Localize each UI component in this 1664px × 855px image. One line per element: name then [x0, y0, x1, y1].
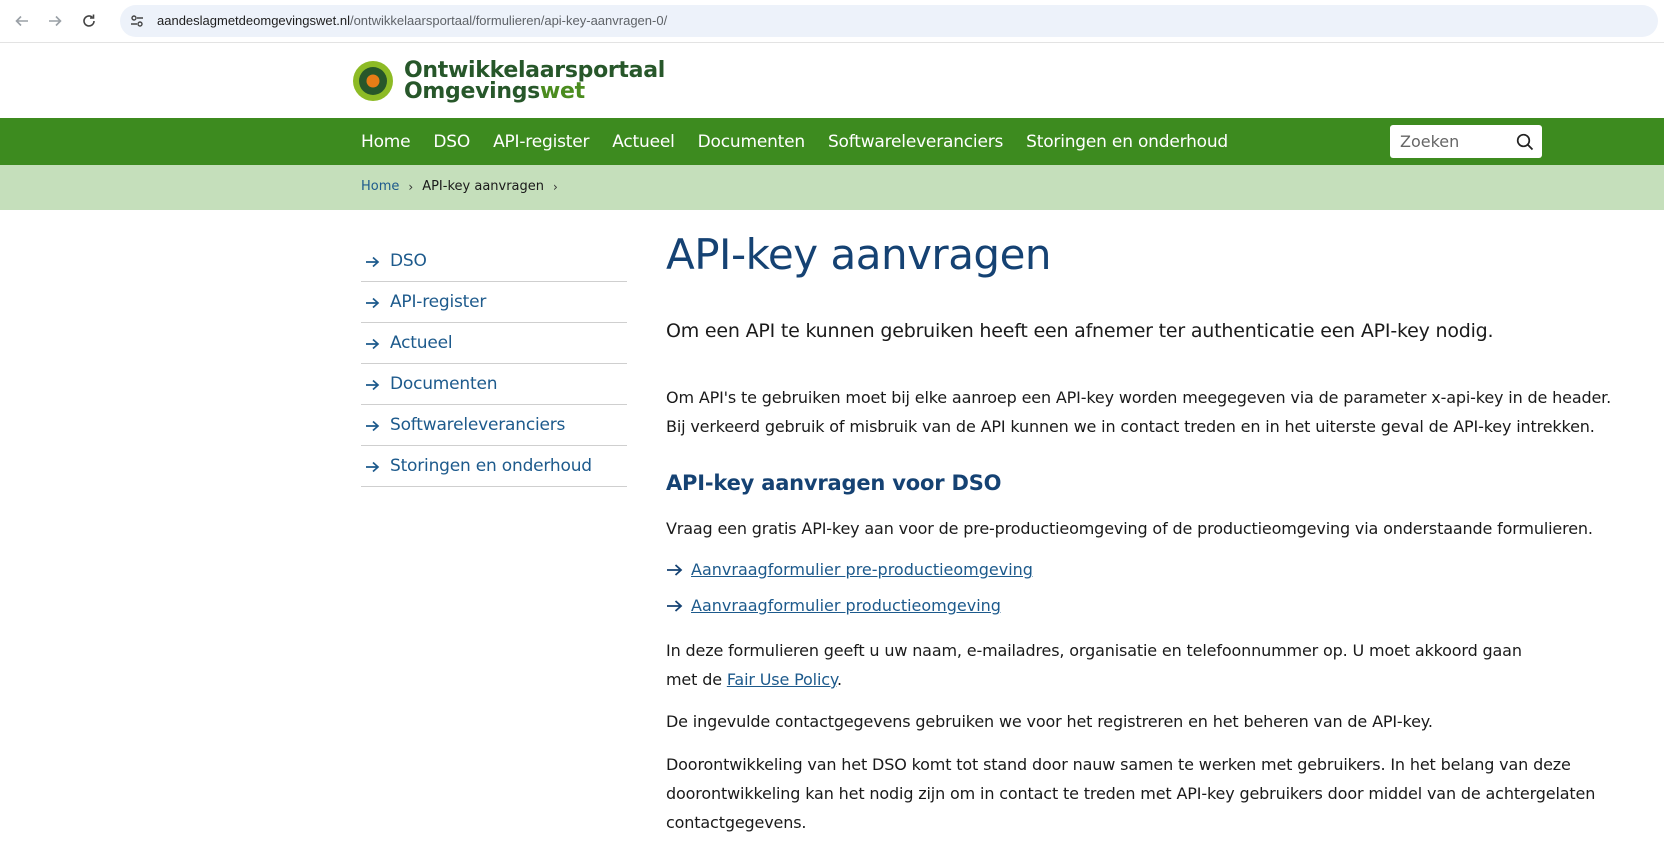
arrow-right-icon	[365, 295, 390, 309]
address-bar[interactable]: aandeslagmetdeomgevingswet.nl/ontwikkela…	[120, 5, 1658, 37]
production-form-link[interactable]: Aanvraagformulier productieomgeving	[691, 596, 1001, 615]
sidebar-item-label: API-register	[390, 292, 487, 312]
forms-paragraph: In deze formulieren geeft u uw naam, e-m…	[666, 636, 1522, 694]
site-logo[interactable]: Ontwikkelaarsportaal Omgevingswet	[352, 58, 665, 104]
section-intro: Vraag een gratis API-key aan voor de pre…	[666, 519, 1593, 538]
search-box	[1390, 125, 1542, 158]
nav-item-documenten[interactable]: Documenten	[698, 132, 806, 152]
nav-item-home[interactable]: Home	[361, 132, 411, 152]
forward-button[interactable]	[43, 9, 67, 33]
breadcrumb-current: API-key aanvragen	[422, 179, 545, 194]
logo-line2: Omgevingswet	[404, 79, 665, 104]
site-info-icon[interactable]	[129, 13, 145, 29]
nav-item-actueel[interactable]: Actueel	[612, 132, 675, 152]
main-content: API-key aanvragen Om een API te kunnen g…	[666, 225, 1611, 832]
logo-line1: Ontwikkelaarsportaal	[404, 58, 665, 83]
page-title: API-key aanvragen	[666, 230, 1052, 279]
breadcrumb-home[interactable]: Home	[361, 179, 399, 194]
chevron-right-icon: ›	[408, 179, 414, 194]
arrow-right-icon	[666, 598, 691, 614]
logo-text: Ontwikkelaarsportaal Omgevingswet	[404, 58, 665, 104]
intro-paragraph: Om API's te gebruiken moet bij elke aanr…	[666, 383, 1611, 441]
sidebar-item-label: Softwareleveranciers	[390, 415, 566, 435]
arrow-right-icon	[365, 254, 390, 268]
breadcrumb-bar: Home › API-key aanvragen ›	[0, 165, 1664, 210]
search-input[interactable]	[1400, 125, 1510, 158]
chevron-right-icon: ›	[553, 179, 558, 194]
search-icon[interactable]	[1516, 133, 1534, 151]
breadcrumb: Home › API-key aanvragen ›	[361, 179, 567, 194]
sidebar-item-softwareleveranciers[interactable]: Softwareleveranciers	[361, 405, 627, 446]
contact-usage-paragraph: De ingevulde contactgegevens gebruiken w…	[666, 712, 1433, 731]
intro-line-1: Om API's te gebruiken moet bij elke aanr…	[666, 388, 1612, 407]
arrow-right-icon	[365, 459, 390, 473]
logo-line2-part1: Omgevings	[404, 79, 540, 104]
arrow-right-icon	[365, 418, 390, 432]
sidebar-item-label: Documenten	[390, 374, 498, 394]
fair-use-policy-link[interactable]: Fair Use Policy	[727, 670, 837, 689]
link-item: Aanvraagformulier pre-productieomgeving	[666, 560, 1033, 579]
url-host: aandeslagmetdeomgevingswet.nl	[157, 13, 350, 28]
arrow-right-icon	[365, 336, 390, 350]
back-arrow-icon	[15, 15, 28, 27]
logo-mark-icon	[353, 61, 393, 101]
arrow-right-icon	[666, 562, 691, 578]
main-navigation: Home DSO API-register Actueel Documenten…	[0, 118, 1664, 165]
reload-icon	[83, 14, 95, 27]
url-path: /ontwikkelaarsportaal/formulieren/api-ke…	[349, 13, 668, 28]
browser-toolbar: aandeslagmetdeomgevingswet.nl/ontwikkela…	[0, 0, 1664, 43]
reload-button[interactable]	[77, 9, 101, 33]
forms-line-2-suffix: .	[836, 670, 842, 689]
sidebar-item-documenten[interactable]: Documenten	[361, 364, 627, 405]
dev-line-1: Doorontwikkeling van het DSO komt tot st…	[666, 755, 1571, 774]
nav-item-softwareleveranciers[interactable]: Softwareleveranciers	[828, 132, 1003, 152]
site-header: Ontwikkelaarsportaal Omgevingswet	[0, 43, 1664, 118]
sidebar-menu: DSO API-register Actueel Documenten Soft…	[361, 241, 627, 487]
nav-item-api-register[interactable]: API-register	[493, 132, 589, 152]
sidebar-item-label: DSO	[390, 251, 427, 271]
url-text: aandeslagmetdeomgevingswet.nl/ontwikkela…	[157, 13, 667, 28]
nav-list: Home DSO API-register Actueel Documenten…	[361, 118, 1251, 165]
forms-line-1: In deze formulieren geeft u uw naam, e-m…	[666, 641, 1522, 660]
section-heading: API-key aanvragen voor DSO	[666, 471, 1002, 495]
forms-line-2-prefix: met de	[666, 670, 727, 689]
development-paragraph: Doorontwikkeling van het DSO komt tot st…	[666, 750, 1595, 837]
back-button[interactable]	[10, 9, 34, 33]
sidebar-item-actueel[interactable]: Actueel	[361, 323, 627, 364]
sidebar-item-label: Storingen en onderhoud	[390, 456, 592, 476]
sidebar-item-storingen[interactable]: Storingen en onderhoud	[361, 446, 627, 487]
sidebar-item-dso[interactable]: DSO	[361, 241, 627, 282]
sidebar-item-label: Actueel	[390, 333, 453, 353]
preproduction-form-link[interactable]: Aanvraagformulier pre-productieomgeving	[691, 560, 1033, 579]
dev-line-3: contactgegevens.	[666, 813, 807, 832]
dev-line-2: doorontwikkeling kan het nodig zijn om i…	[666, 784, 1596, 803]
sidebar-item-api-register[interactable]: API-register	[361, 282, 627, 323]
arrow-right-icon	[365, 377, 390, 391]
intro-line-2: Bij verkeerd gebruik of misbruik van de …	[666, 417, 1595, 436]
nav-item-storingen[interactable]: Storingen en onderhoud	[1026, 132, 1228, 152]
link-item: Aanvraagformulier productieomgeving	[666, 596, 1001, 615]
forward-arrow-icon	[49, 15, 62, 27]
lead-text: Om een API te kunnen gebruiken heeft een…	[666, 320, 1494, 342]
nav-item-dso[interactable]: DSO	[433, 132, 470, 152]
logo-line2-part2: wet	[539, 79, 585, 104]
